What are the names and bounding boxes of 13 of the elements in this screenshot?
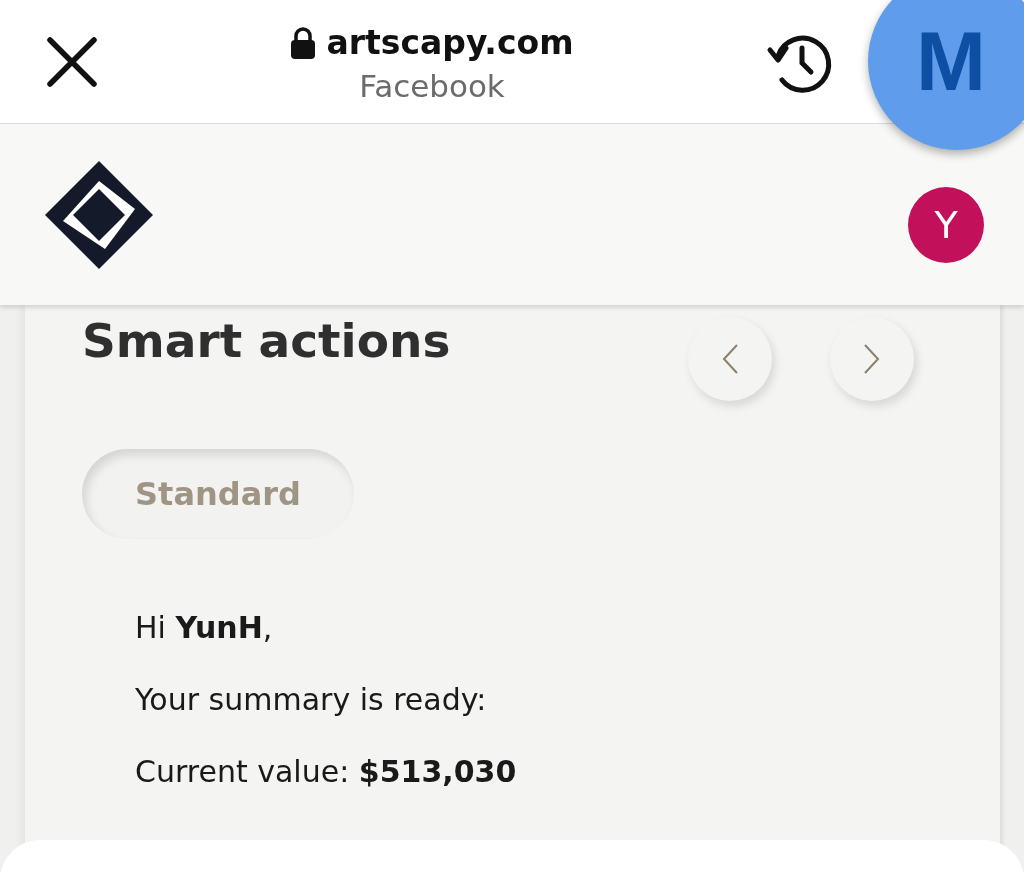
page-source: Facebook [359,68,505,104]
logo-icon[interactable] [43,158,155,271]
section-title: Smart actions [82,313,451,368]
chevron-right-icon [863,343,881,375]
close-icon[interactable] [46,35,98,88]
site-domain: artscapy.com [326,23,574,62]
message-line: Hi YunH, [135,609,274,647]
message-line: Your summary is ready: [135,681,488,719]
chevron-left-icon [721,343,739,375]
standard-chip[interactable]: Standard [82,449,354,539]
user-avatar[interactable]: Y [908,186,984,263]
lock-icon [290,26,317,59]
message-line: Current value: $513,030 [135,753,518,791]
